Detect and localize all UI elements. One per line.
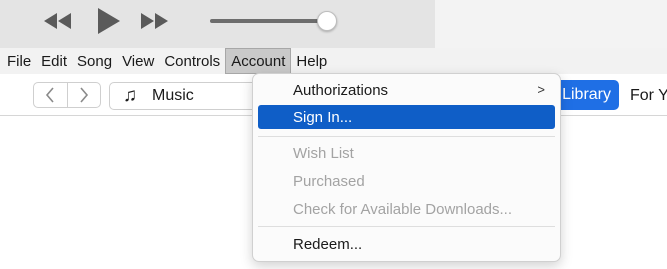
menu-help[interactable]: Help [291, 48, 332, 74]
menu-file[interactable]: File [2, 48, 36, 74]
menu-song[interactable]: Song [72, 48, 117, 74]
menu-item-label: Redeem... [293, 235, 363, 253]
menu-item-wish-list: Wish List [258, 141, 555, 165]
rewind-icon [44, 13, 71, 29]
player-status-area [435, 0, 667, 48]
menu-item-label: Authorizations [293, 81, 389, 99]
play-button[interactable] [88, 6, 128, 36]
media-kind-label: Music [152, 87, 194, 104]
fast-forward-button[interactable] [134, 6, 174, 36]
volume-slider[interactable] [210, 11, 340, 31]
tab-for-you[interactable]: For Y [630, 87, 667, 105]
menu-item-purchased: Purchased [258, 169, 555, 193]
navigation-buttons [33, 82, 101, 108]
menu-item-label: Sign In... [293, 108, 353, 126]
menu-item-label: Check for Available Downloads... [293, 200, 513, 218]
music-note-icon: ♫ [122, 85, 138, 106]
menu-item-redeem[interactable]: Redeem... [258, 232, 555, 256]
chevron-right-icon: > [537, 82, 545, 97]
menu-item-label: Wish List [293, 144, 354, 162]
account-menu: Authorizations > Sign In... Wish List Pu… [252, 73, 561, 262]
fast-forward-icon [141, 13, 168, 29]
menu-item-label: Purchased [293, 172, 365, 190]
volume-thumb[interactable] [316, 11, 337, 31]
menu-item-check-downloads: Check for Available Downloads... [258, 197, 555, 221]
menu-view[interactable]: View [117, 48, 159, 74]
menu-item-authorizations[interactable]: Authorizations > [258, 78, 555, 102]
chevron-left-icon [46, 87, 54, 103]
play-icon [98, 8, 120, 34]
media-kind-selector[interactable]: ♫ Music [109, 82, 259, 110]
menu-account[interactable]: Account [225, 48, 292, 74]
player-bar [0, 0, 667, 48]
chevron-right-icon [80, 87, 88, 103]
back-button[interactable] [34, 83, 67, 107]
volume-track [210, 19, 328, 23]
rewind-button[interactable] [38, 6, 78, 36]
menu-item-sign-in[interactable]: Sign In... [258, 105, 555, 129]
menu-edit[interactable]: Edit [36, 48, 72, 74]
forward-button[interactable] [66, 83, 101, 107]
menu-controls[interactable]: Controls [159, 48, 225, 74]
menu-separator [258, 136, 555, 137]
menu-separator [258, 226, 555, 227]
menu-bar: File Edit Song View Controls Account Hel… [0, 48, 667, 74]
